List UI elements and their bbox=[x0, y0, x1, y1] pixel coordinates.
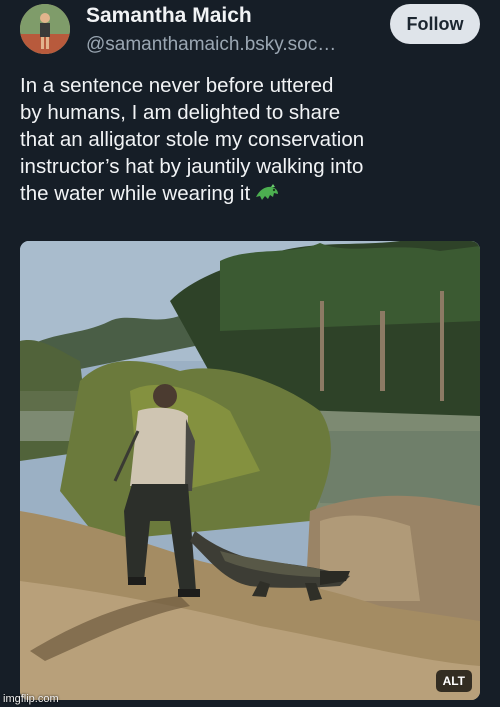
author-handle[interactable]: @samanthamaich.bsky.soc… bbox=[86, 34, 386, 56]
post-text: In a sentence never before uttered by hu… bbox=[20, 72, 490, 210]
author-name[interactable]: Samantha Maich bbox=[86, 4, 252, 28]
post-text-line: the water while wearing it bbox=[20, 182, 251, 205]
post-text-line: by humans, I am delighted to share bbox=[20, 101, 341, 124]
alt-text-badge[interactable]: ALT bbox=[435, 670, 472, 692]
post-text-line: In a sentence never before uttered bbox=[20, 74, 334, 97]
post-text-line: instructor’s hat by jauntily walking int… bbox=[20, 155, 364, 178]
author-avatar[interactable] bbox=[20, 4, 70, 54]
follow-button[interactable]: Follow bbox=[390, 4, 480, 44]
post-image[interactable]: ALT bbox=[20, 241, 480, 700]
imgflip-watermark: imgflip.com bbox=[3, 693, 59, 705]
alligator-emoji-icon bbox=[254, 181, 280, 210]
post-text-line-last: the water while wearing it bbox=[20, 180, 490, 210]
post-card: Samantha Maich @samanthamaich.bsky.soc… … bbox=[0, 0, 500, 707]
post-text-line: that an alligator stole my conservation bbox=[20, 128, 365, 151]
